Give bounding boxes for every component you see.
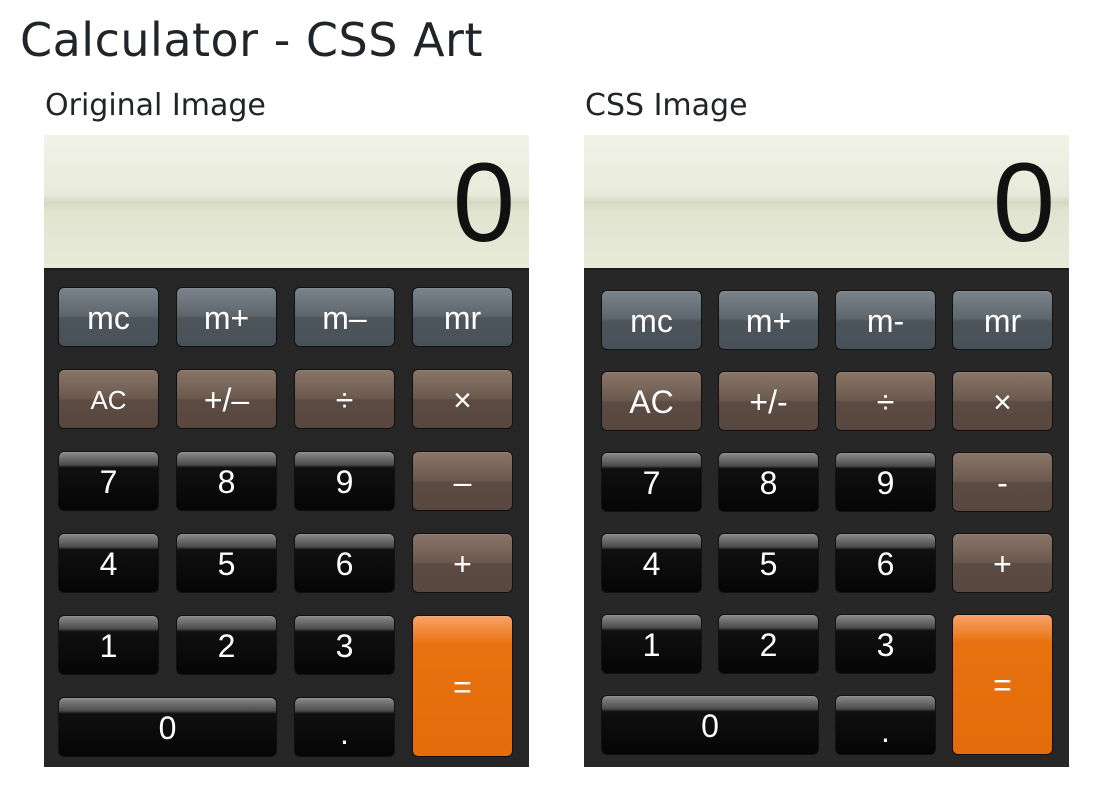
original-mc-button[interactable]: mc [58, 287, 159, 347]
css-multiply-button[interactable]: × [952, 371, 1053, 431]
original-minus-button[interactable]: – [412, 451, 513, 511]
original-5-button[interactable]: 5 [176, 533, 277, 593]
original-9-button[interactable]: 9 [294, 451, 395, 511]
original-6-button[interactable]: 6 [294, 533, 395, 593]
css-sign-button[interactable]: +/- [718, 371, 819, 431]
css-equals-button[interactable]: = [952, 614, 1053, 755]
css-ac-button[interactable]: AC [601, 371, 702, 431]
css-decimal-button[interactable]: . [835, 695, 936, 755]
css-plus-button[interactable]: + [952, 533, 1053, 593]
css-mc-button[interactable]: mc [601, 290, 702, 350]
page-title: Calculator - CSS Art [20, 13, 483, 67]
css-0-button[interactable]: 0 [601, 695, 819, 755]
original-m-plus-button[interactable]: m+ [176, 287, 277, 347]
css-3-button[interactable]: 3 [835, 614, 936, 674]
css-mr-button[interactable]: mr [952, 290, 1053, 350]
css-m-plus-button[interactable]: m+ [718, 290, 819, 350]
css-4-button[interactable]: 4 [601, 533, 702, 593]
original-ac-button[interactable]: AC [58, 369, 159, 429]
css-divide-button[interactable]: ÷ [835, 371, 936, 431]
css-7-button[interactable]: 7 [601, 452, 702, 512]
original-decimal-button[interactable]: . [294, 697, 395, 757]
css-calculator: 0 mc m+ m- mr AC +/- ÷ × 7 8 9 - 4 5 6 +… [584, 135, 1069, 767]
css-display-value: 0 [992, 140, 1055, 265]
original-multiply-button[interactable]: × [412, 369, 513, 429]
original-m-minus-button[interactable]: m– [294, 287, 395, 347]
original-mr-button[interactable]: mr [412, 287, 513, 347]
original-8-button[interactable]: 8 [176, 451, 277, 511]
css-5-button[interactable]: 5 [718, 533, 819, 593]
original-display: 0 [44, 135, 529, 270]
original-plus-button[interactable]: + [412, 533, 513, 593]
original-1-button[interactable]: 1 [58, 615, 159, 675]
original-0-button[interactable]: 0 [58, 697, 277, 757]
css-6-button[interactable]: 6 [835, 533, 936, 593]
css-minus-button[interactable]: - [952, 452, 1053, 512]
css-m-minus-button[interactable]: m- [835, 290, 936, 350]
original-3-button[interactable]: 3 [294, 615, 395, 675]
css-2-button[interactable]: 2 [718, 614, 819, 674]
original-equals-button[interactable]: = [412, 615, 513, 757]
original-7-button[interactable]: 7 [58, 451, 159, 511]
original-2-button[interactable]: 2 [176, 615, 277, 675]
original-calculator: 0 mc m+ m– mr AC +/– ÷ × 7 8 9 – 4 5 6 +… [44, 135, 529, 767]
css-display: 0 [584, 135, 1069, 270]
css-8-button[interactable]: 8 [718, 452, 819, 512]
original-4-button[interactable]: 4 [58, 533, 159, 593]
css-image-heading: CSS Image [585, 88, 748, 123]
original-image-heading: Original Image [45, 88, 266, 123]
original-sign-button[interactable]: +/– [176, 369, 277, 429]
original-display-value: 0 [452, 140, 515, 265]
css-1-button[interactable]: 1 [601, 614, 702, 674]
css-9-button[interactable]: 9 [835, 452, 936, 512]
original-divide-button[interactable]: ÷ [294, 369, 395, 429]
